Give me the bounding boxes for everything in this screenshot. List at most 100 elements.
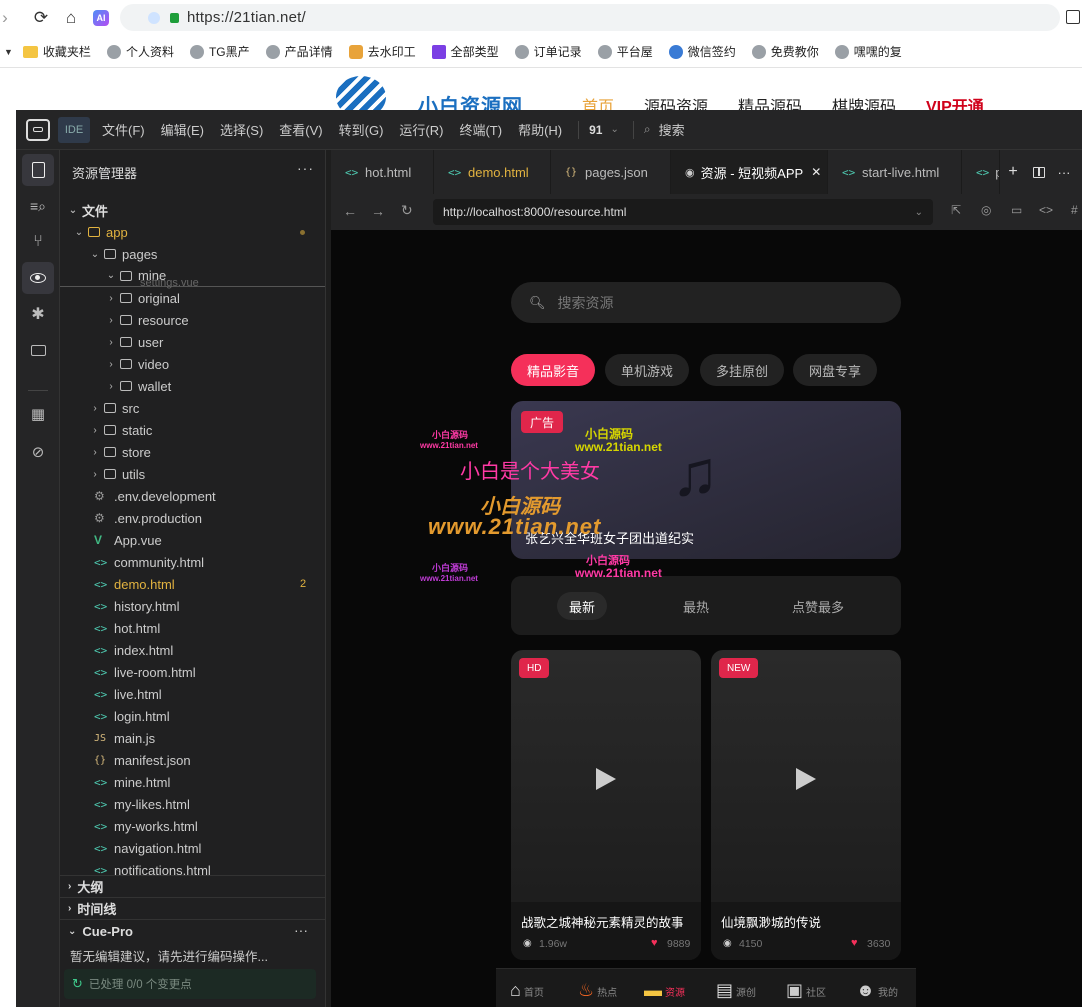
tree-folder[interactable]: › video <box>60 353 325 375</box>
menu-file[interactable]: 文件(F) <box>102 120 145 139</box>
forward-icon[interactable]: › <box>0 7 16 29</box>
bookmark-dropdown-icon[interactable]: ▼ <box>4 47 13 57</box>
source-control-icon[interactable]: ⑂ <box>22 226 54 258</box>
tree-folder[interactable]: › resource <box>60 309 325 331</box>
more-icon[interactable]: ··· <box>1052 150 1076 194</box>
tree-folder[interactable]: › static <box>60 419 325 441</box>
tree-file[interactable]: <> login.html <box>60 705 325 727</box>
back-arrow-icon[interactable]: ← <box>343 203 357 219</box>
bookmark-item[interactable]: 去水印工 <box>348 43 416 60</box>
video-card[interactable]: HD 战歌之城神秘元素精灵的故事 ◉ 1.96w ♥ 9889 <box>511 650 701 960</box>
close-icon[interactable]: ✕ <box>811 165 821 179</box>
nav-original[interactable]: ▤ 源创 <box>716 981 756 999</box>
split-editor-icon[interactable] <box>1026 150 1052 194</box>
tree-file[interactable]: <> my-likes.html <box>60 793 325 815</box>
tree-file[interactable]: <> live-room.html <box>60 661 325 683</box>
tree-folder[interactable]: › user <box>60 331 325 353</box>
play-icon[interactable] <box>596 768 616 790</box>
tree-file[interactable]: <> demo.html 2 <box>60 573 325 595</box>
nav-hot[interactable]: ♨ 热点 <box>578 981 617 999</box>
preview-eye-icon[interactable] <box>22 262 54 294</box>
search-icon[interactable]: ⌕ <box>644 122 651 137</box>
ide-logo-icon[interactable] <box>26 118 50 141</box>
timeline-section[interactable]: › 时间线 <box>60 897 325 919</box>
video-card[interactable]: NEW 仙境飘渺城的传说 ◉ 4150 ♥ 3630 <box>711 650 901 960</box>
new-tab-icon[interactable]: + <box>1000 150 1026 194</box>
site-logo-icon[interactable] <box>336 76 386 112</box>
tree-file[interactable]: <> history.html <box>60 595 325 617</box>
tree-section-header[interactable]: ⌄ 文件 <box>60 199 325 221</box>
forward-arrow-icon[interactable]: → <box>371 203 385 219</box>
menu-terminal[interactable]: 终端(T) <box>459 120 502 139</box>
tab-start-live-html[interactable]: <> start-live.html <box>828 150 962 194</box>
category-chip-av[interactable]: 精品影音 <box>511 354 595 386</box>
menu-help[interactable]: 帮助(H) <box>518 120 562 139</box>
bookmark-item[interactable]: 微信签约 <box>668 43 736 60</box>
nav-mine[interactable]: ☻ 我的 <box>856 981 898 999</box>
tree-folder[interactable]: › wallet <box>60 375 325 397</box>
tab-pr-truncated[interactable]: <>pr <box>962 150 1000 194</box>
menu-goto[interactable]: 转到(G) <box>339 120 384 139</box>
tree-file[interactable]: <> index.html <box>60 639 325 661</box>
code-view-icon[interactable]: <> <box>1039 203 1053 217</box>
bookmark-item[interactable]: TG黑产 <box>189 43 250 60</box>
play-icon[interactable] <box>796 768 816 790</box>
category-chip-original[interactable]: 多挂原创 <box>700 354 784 386</box>
tab-resource-preview[interactable]: ◉ 资源 - 短视频APP ✕ <box>671 150 828 194</box>
category-chip-games[interactable]: 单机游戏 <box>605 354 689 386</box>
home-icon[interactable]: ⌂ <box>60 7 82 29</box>
tree-file[interactable]: ⚙ .env.production <box>60 507 325 529</box>
tree-folder[interactable]: › src <box>60 397 325 419</box>
global-search-label[interactable]: 搜索 <box>659 120 685 139</box>
bookmark-folder[interactable]: 收藏夹栏 <box>22 43 91 60</box>
ai-icon[interactable]: AI <box>90 7 112 29</box>
cue-status-box[interactable]: ↻ 已处理 0/0 个变更点 <box>64 969 316 999</box>
tree-file[interactable]: ⚙ .env.development <box>60 485 325 507</box>
more-icon[interactable]: ··· <box>294 922 308 938</box>
tree-file[interactable]: <> live.html <box>60 683 325 705</box>
device-icon[interactable]: ▭ <box>1011 203 1022 217</box>
search-replace-icon[interactable]: ≡⌕ <box>22 190 54 222</box>
tree-file[interactable]: <> navigation.html <box>60 837 325 859</box>
bookmark-item[interactable]: 免费教你 <box>751 43 819 60</box>
tree-folder[interactable]: › utils <box>60 463 325 485</box>
address-bar[interactable]: https://21tian.net/ <box>120 4 1060 31</box>
sort-latest[interactable]: 最新 <box>557 592 607 620</box>
bookmark-item[interactable]: 全部类型 <box>431 43 499 60</box>
menu-view[interactable]: 查看(V) <box>279 120 322 139</box>
tree-folder[interactable]: ⌄ pages <box>60 243 325 265</box>
bookmark-item[interactable]: 嘿嘿的复 <box>834 43 902 60</box>
tree-file[interactable]: JS main.js <box>60 727 325 749</box>
screenshot-icon[interactable] <box>1066 10 1080 24</box>
hash-icon[interactable]: # <box>1071 203 1078 217</box>
menu-edit[interactable]: 编辑(E) <box>161 120 204 139</box>
plugin-icon[interactable]: ⊘ <box>22 436 54 468</box>
tree-file[interactable]: <> community.html <box>60 551 325 573</box>
cue-pro-header[interactable]: ⌄ Cue-Pro <box>60 919 325 943</box>
sort-hottest[interactable]: 最热 <box>671 592 721 620</box>
nav-community[interactable]: ▣ 社区 <box>786 981 826 999</box>
inspect-pointer-icon[interactable]: ⇱ <box>951 203 961 217</box>
target-icon[interactable]: ◎ <box>981 203 991 217</box>
more-icon[interactable]: ··· <box>297 160 314 176</box>
chevron-down-icon[interactable]: ⌄ <box>610 124 618 135</box>
tree-file[interactable]: V App.vue <box>60 529 325 551</box>
tree-file[interactable]: <> hot.html <box>60 617 325 639</box>
monitor-icon[interactable] <box>22 334 54 366</box>
tree-folder[interactable]: › store <box>60 441 325 463</box>
bookmark-item[interactable]: 个人资料 <box>106 43 174 60</box>
bookmark-item[interactable]: 产品详情 <box>265 43 333 60</box>
reload-icon[interactable]: ⟳ <box>30 7 52 29</box>
chevron-down-icon[interactable]: ⌄ <box>915 207 923 218</box>
debug-icon[interactable]: ✱ <box>22 298 54 330</box>
files-icon[interactable] <box>22 154 54 186</box>
menu-run[interactable]: 运行(R) <box>399 120 443 139</box>
outline-section[interactable]: › 大纲 <box>60 875 325 897</box>
site-name[interactable]: 小白资源网 <box>418 90 523 112</box>
bookmark-item[interactable]: 平台屋 <box>597 43 653 60</box>
nav-resource[interactable]: ▬ 资源 <box>644 981 685 999</box>
nav-home[interactable]: ⌂ 首页 <box>510 981 544 999</box>
category-chip-netdisk[interactable]: 网盘专享 <box>793 354 877 386</box>
preview-url-input[interactable]: http://localhost:8000/resource.html ⌄ <box>433 199 933 225</box>
tree-file[interactable]: <> my-works.html <box>60 815 325 837</box>
